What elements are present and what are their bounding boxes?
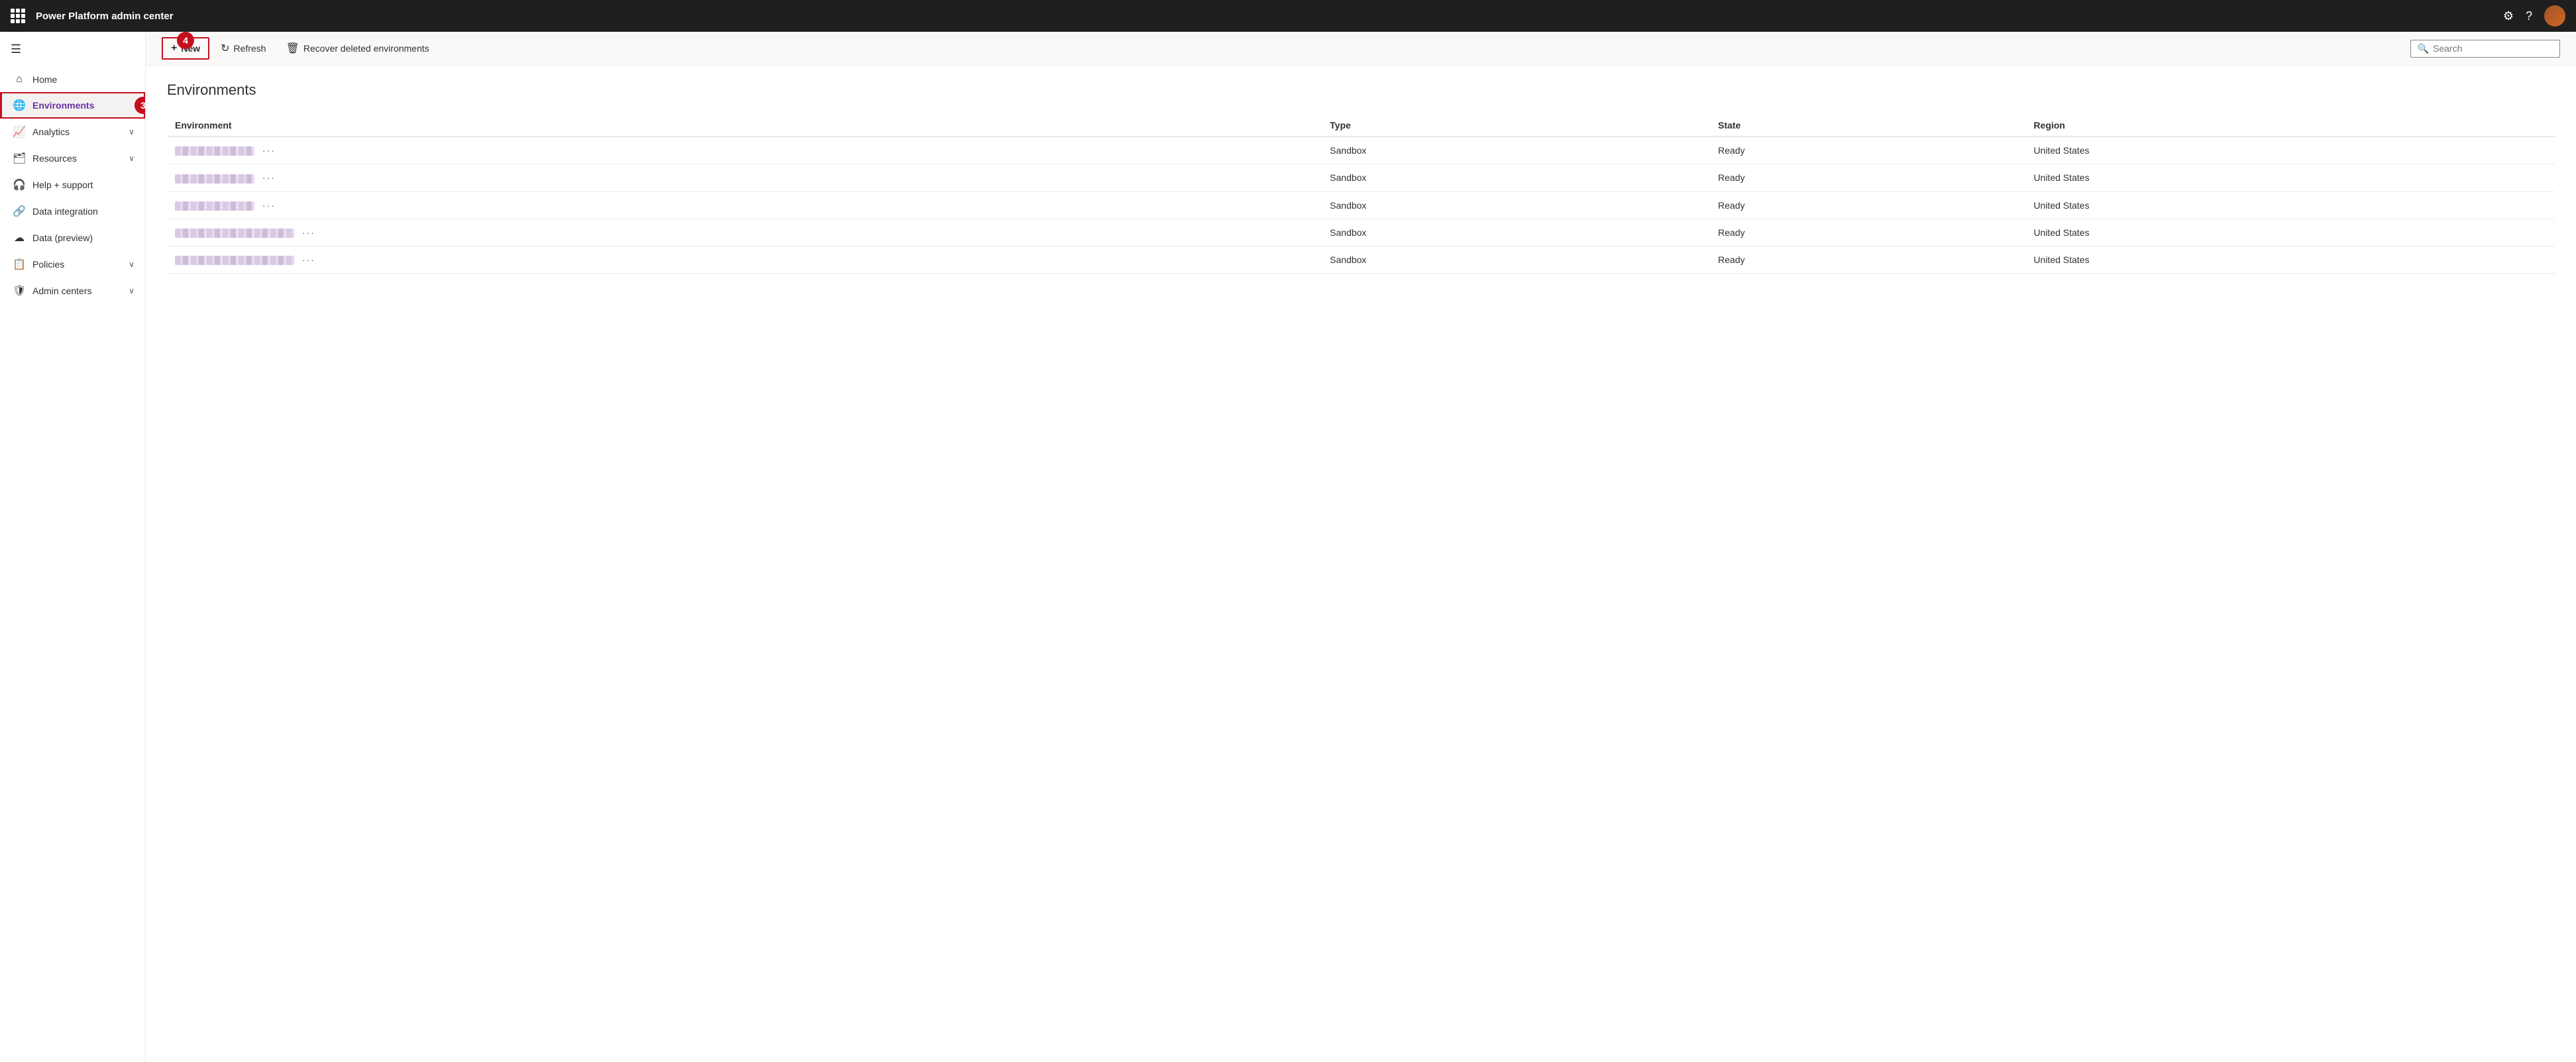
- table-row[interactable]: ··· Sandbox Ready United States: [167, 246, 2555, 274]
- sidebar-item-help-support-label: Help + support: [32, 180, 134, 190]
- col-region: Region: [2025, 115, 2555, 136]
- refresh-button[interactable]: ↻ Refresh: [212, 37, 274, 60]
- policies-icon: 📋: [13, 258, 26, 271]
- sidebar-item-analytics-label: Analytics: [32, 127, 122, 137]
- content-area: 4 + New ↻ Refresh 🗑 Recover deleted envi…: [146, 32, 2576, 1062]
- env-more-options[interactable]: ···: [302, 254, 315, 265]
- search-icon: 🔍: [2418, 43, 2429, 54]
- env-name-cell[interactable]: ···: [167, 136, 1322, 164]
- hamburger-menu[interactable]: ☰: [0, 37, 145, 67]
- env-name-blurred: [175, 229, 294, 238]
- sidebar-item-data-preview[interactable]: ☁ Data (preview): [0, 225, 145, 251]
- sidebar-item-home[interactable]: ⌂ Home: [0, 67, 145, 92]
- resources-chevron-icon: ∨: [129, 154, 134, 163]
- sidebar-item-admin-centers[interactable]: 🛡 Admin centers ∨: [0, 278, 145, 304]
- recover-button[interactable]: 🗑 Recover deleted environments: [278, 37, 438, 60]
- env-type-cell: Sandbox: [1322, 246, 1710, 274]
- env-name-cell[interactable]: ···: [167, 246, 1322, 274]
- new-button-wrapper: 4 + New: [162, 37, 209, 60]
- sidebar-item-environments-label: Environments: [32, 100, 134, 111]
- sidebar-item-data-integration[interactable]: 🔗 Data integration: [0, 198, 145, 225]
- env-state-cell: Ready: [1710, 246, 2025, 274]
- admin-centers-chevron-icon: ∨: [129, 286, 134, 295]
- env-type-cell: Sandbox: [1322, 136, 1710, 164]
- env-region-cell: United States: [2025, 219, 2555, 246]
- col-type: Type: [1322, 115, 1710, 136]
- environments-icon: 🌐: [13, 99, 26, 112]
- page-title: Environments: [167, 81, 2555, 99]
- sidebar: ☰ ⌂ Home 🌐 Environments 3 📈 Analytics ∨ …: [0, 32, 146, 1062]
- env-name-blurred: [175, 256, 294, 265]
- main-layout: ☰ ⌂ Home 🌐 Environments 3 📈 Analytics ∨ …: [0, 32, 2576, 1062]
- sidebar-item-policies[interactable]: 📋 Policies ∨: [0, 251, 145, 278]
- data-preview-icon: ☁: [13, 231, 26, 244]
- home-icon: ⌂: [13, 74, 26, 85]
- env-region-cell: United States: [2025, 136, 2555, 164]
- env-region-cell: United States: [2025, 246, 2555, 274]
- env-name-blurred: [175, 174, 254, 184]
- env-region-cell: United States: [2025, 164, 2555, 191]
- new-plus-icon: +: [171, 42, 177, 54]
- env-more-options[interactable]: ···: [262, 172, 276, 183]
- env-type-cell: Sandbox: [1322, 191, 1710, 219]
- env-state-cell: Ready: [1710, 136, 2025, 164]
- top-bar: Power Platform admin center ⚙ ?: [0, 0, 2576, 32]
- env-state-cell: Ready: [1710, 191, 2025, 219]
- table-row[interactable]: ··· Sandbox Ready United States: [167, 164, 2555, 191]
- admin-centers-icon: 🛡: [13, 284, 26, 297]
- env-state-cell: Ready: [1710, 219, 2025, 246]
- avatar[interactable]: [2544, 5, 2565, 27]
- environments-step-badge: 3: [134, 97, 146, 114]
- sidebar-item-environments[interactable]: 🌐 Environments 3: [0, 92, 145, 119]
- env-name-cell[interactable]: ···: [167, 164, 1322, 191]
- env-name-blurred: [175, 201, 254, 211]
- environments-table: Environment Type State Region ··· Sandbo…: [167, 115, 2555, 274]
- resources-icon: 🗂: [13, 152, 26, 165]
- help-support-icon: 🎧: [13, 178, 26, 191]
- env-type-cell: Sandbox: [1322, 164, 1710, 191]
- top-bar-right: ⚙ ?: [2503, 5, 2565, 27]
- env-more-options[interactable]: ···: [262, 200, 276, 211]
- new-step-badge: 4: [177, 32, 194, 49]
- env-type-cell: Sandbox: [1322, 219, 1710, 246]
- top-bar-left: Power Platform admin center: [11, 9, 174, 23]
- apps-grid-icon[interactable]: [11, 9, 25, 23]
- sidebar-item-resources[interactable]: 🗂 Resources ∨: [0, 145, 145, 172]
- recover-icon: 🗑: [286, 42, 299, 55]
- policies-chevron-icon: ∨: [129, 260, 134, 269]
- table-row[interactable]: ··· Sandbox Ready United States: [167, 219, 2555, 246]
- sidebar-item-analytics[interactable]: 📈 Analytics ∨: [0, 119, 145, 145]
- sidebar-item-data-integration-label: Data integration: [32, 206, 134, 217]
- sidebar-item-policies-label: Policies: [32, 259, 122, 270]
- col-state: State: [1710, 115, 2025, 136]
- settings-icon[interactable]: ⚙: [2503, 9, 2514, 23]
- app-title: Power Platform admin center: [36, 11, 174, 22]
- refresh-label: Refresh: [234, 43, 266, 54]
- search-box[interactable]: 🔍: [2410, 40, 2560, 58]
- search-input[interactable]: [2433, 43, 2553, 54]
- env-state-cell: Ready: [1710, 164, 2025, 191]
- table-row[interactable]: ··· Sandbox Ready United States: [167, 136, 2555, 164]
- env-region-cell: United States: [2025, 191, 2555, 219]
- sidebar-item-admin-centers-label: Admin centers: [32, 286, 122, 296]
- sidebar-item-data-preview-label: Data (preview): [32, 233, 134, 243]
- toolbar: 4 + New ↻ Refresh 🗑 Recover deleted envi…: [146, 32, 2576, 66]
- env-more-options[interactable]: ···: [302, 227, 315, 238]
- help-icon[interactable]: ?: [2526, 9, 2532, 23]
- refresh-icon: ↻: [221, 42, 229, 55]
- col-environment: Environment: [167, 115, 1322, 136]
- data-integration-icon: 🔗: [13, 205, 26, 218]
- analytics-chevron-icon: ∨: [129, 127, 134, 136]
- sidebar-item-resources-label: Resources: [32, 153, 122, 164]
- env-name-blurred: [175, 146, 254, 156]
- recover-label: Recover deleted environments: [303, 43, 429, 54]
- page-content: Environments Environment Type State Regi…: [146, 66, 2576, 1062]
- env-name-cell[interactable]: ···: [167, 191, 1322, 219]
- table-row[interactable]: ··· Sandbox Ready United States: [167, 191, 2555, 219]
- sidebar-item-help-support[interactable]: 🎧 Help + support: [0, 172, 145, 198]
- analytics-icon: 📈: [13, 125, 26, 138]
- env-more-options[interactable]: ···: [262, 145, 276, 156]
- sidebar-item-home-label: Home: [32, 74, 134, 85]
- env-name-cell[interactable]: ···: [167, 219, 1322, 246]
